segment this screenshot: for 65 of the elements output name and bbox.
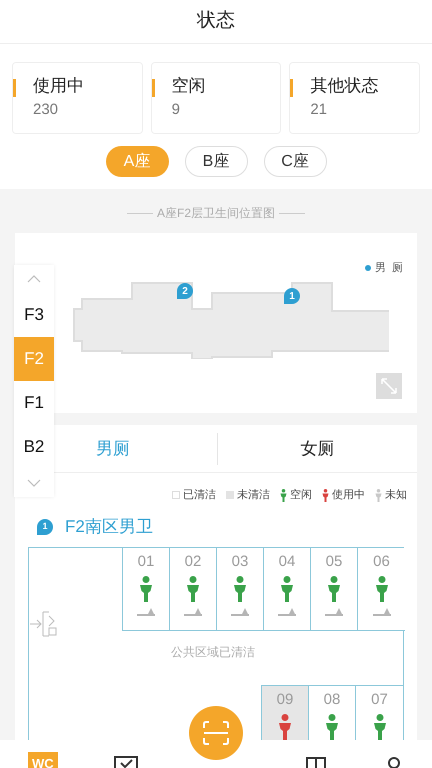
person-icon [279,714,291,740]
urinal-icon [372,608,390,616]
stall-number: 04 [278,552,296,572]
person-icon [234,576,246,602]
checkbox-tab-icon[interactable] [114,756,138,768]
floor-tab[interactable]: F2 [14,337,54,381]
building-tab[interactable]: C座 [264,146,326,177]
person-icon [326,714,338,740]
stat-value: 230 [33,100,60,120]
building-tab[interactable]: B座 [184,146,248,177]
stall-number: 05 [326,552,342,572]
stat-label: 使用中 [33,75,85,97]
gender-tab[interactable]: 男厕 [57,432,169,464]
document-tab-icon[interactable] [304,756,328,768]
stall-number: 02 [184,552,202,572]
urinal-icon [278,608,296,616]
person-icon [140,576,152,602]
stat-label: 空闲 [172,75,207,97]
map-title: A座F2层卫生间位置图 [156,205,275,222]
stall-number: 09 [276,690,294,710]
chevron-up-icon[interactable] [27,275,41,283]
legend-label: 未知 [385,488,407,503]
stall-number: 07 [371,690,388,710]
urinal-icon [325,608,343,616]
entrance-icon [29,610,59,638]
floor-tab[interactable]: F3 [14,293,54,337]
map-pin[interactable]: 1 [284,288,300,304]
public-area-status: 公共区域已清洁 [171,644,255,661]
stall-cell[interactable]: 09 [262,686,309,740]
scan-icon [203,721,229,745]
person-icon [281,576,293,602]
person-icon [374,714,386,740]
floor-tab[interactable]: B2 [14,425,54,469]
restroom-pin: 1 [37,519,53,535]
restroom-name: F2南区男卫 [65,516,153,538]
person-icon [280,488,287,502]
urinal-icon [231,608,249,616]
map-legend: 男 厕 [374,260,403,276]
page-title: 状态 [197,9,235,34]
person-icon [322,488,329,502]
person-icon [187,576,199,602]
cleaned-swatch-icon [172,491,180,499]
stat-value: 9 [172,100,181,120]
stall-number: 06 [373,552,390,572]
floor-tab[interactable]: F1 [14,381,54,425]
uncleaned-swatch-icon [226,491,234,499]
person-icon [328,576,340,602]
wc-tab[interactable]: WC [28,752,58,768]
stall-number: 08 [324,690,340,710]
stall-number: 03 [232,552,248,572]
expand-icon[interactable] [376,373,402,399]
stat-value: 21 [310,100,328,120]
stat-label: 其他状态 [310,75,380,97]
legend-label: 已清洁 [183,488,216,503]
person-icon [375,488,382,502]
urinal-icon [137,608,155,616]
urinal-icon [184,608,202,616]
person-icon [376,576,388,602]
legend-label: 未清洁 [237,488,270,503]
gender-tab[interactable]: 女厕 [217,432,417,464]
legend-label: 空闲 [290,488,312,503]
building-tab[interactable]: A座 [106,146,168,177]
chevron-down-icon[interactable] [27,479,41,487]
stall-number: 01 [138,552,154,572]
legend-label: 使用中 [332,488,365,503]
